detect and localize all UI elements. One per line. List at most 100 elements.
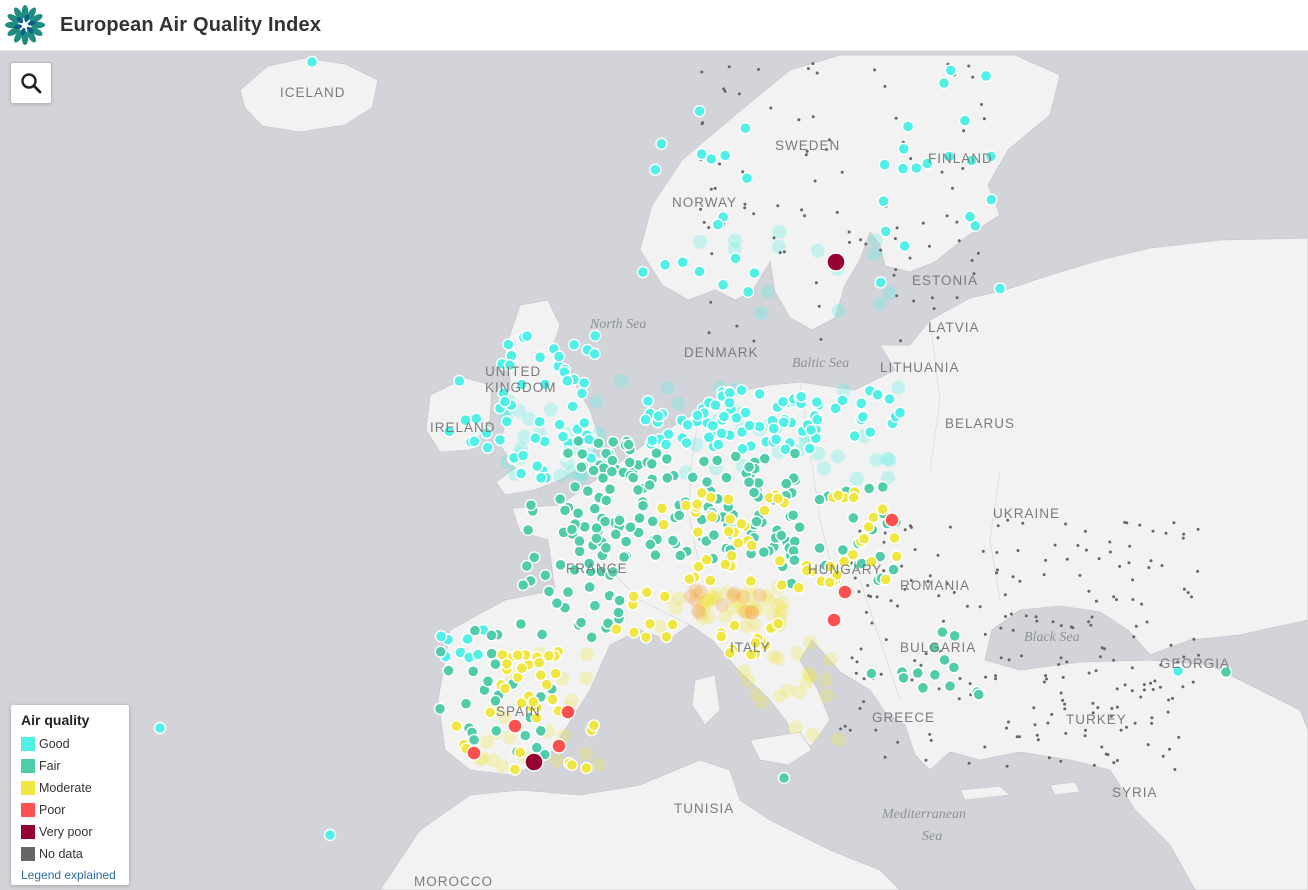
station-good[interactable] xyxy=(578,416,591,430)
station-no-data[interactable] xyxy=(1096,706,1100,710)
station-moderate[interactable] xyxy=(722,493,735,506)
station-good-haze[interactable] xyxy=(872,297,887,311)
station-no-data[interactable] xyxy=(862,677,866,681)
station-good[interactable] xyxy=(529,431,542,445)
station-fair[interactable] xyxy=(521,523,535,537)
station-moderate[interactable] xyxy=(627,626,641,639)
station-good[interactable] xyxy=(659,438,673,451)
station-no-data[interactable] xyxy=(1005,726,1008,730)
station-good[interactable] xyxy=(944,64,957,77)
station-good[interactable] xyxy=(864,426,877,439)
station-good[interactable] xyxy=(777,416,790,429)
station-good-haze[interactable] xyxy=(543,402,558,417)
station-fair[interactable] xyxy=(636,499,650,512)
station-no-data[interactable] xyxy=(896,604,899,608)
station-fair[interactable] xyxy=(916,681,930,694)
station-fair[interactable] xyxy=(607,435,620,449)
station-good[interactable] xyxy=(153,721,167,735)
station-no-data[interactable] xyxy=(862,700,866,704)
station-fair[interactable] xyxy=(911,666,924,680)
station-no-data[interactable] xyxy=(1132,635,1136,639)
station-no-data[interactable] xyxy=(840,170,844,174)
station-no-data[interactable] xyxy=(1034,615,1038,619)
station-fair[interactable] xyxy=(836,543,850,557)
station-no-data[interactable] xyxy=(889,599,893,603)
station-moderate[interactable] xyxy=(515,662,528,675)
station-no-data[interactable] xyxy=(797,118,801,122)
station-no-data[interactable] xyxy=(1134,624,1138,628)
station-no-data[interactable] xyxy=(1094,669,1098,673)
station-moderate[interactable] xyxy=(704,491,718,504)
station-no-data[interactable] xyxy=(883,755,887,759)
station-moderate[interactable] xyxy=(610,623,623,636)
station-moderate[interactable] xyxy=(546,693,559,706)
station-moderate[interactable] xyxy=(666,618,679,631)
station-moderate-haze[interactable] xyxy=(739,619,754,634)
station-no-data[interactable] xyxy=(1059,759,1063,763)
station-fair[interactable] xyxy=(568,480,582,493)
station-moderate-haze[interactable] xyxy=(790,646,805,661)
station-fair[interactable] xyxy=(777,771,791,785)
station-fair[interactable] xyxy=(643,478,656,492)
station-no-data[interactable] xyxy=(713,186,717,190)
station-fair[interactable] xyxy=(542,585,556,598)
station-good[interactable] xyxy=(531,459,544,473)
station-poor-haze[interactable] xyxy=(715,597,729,612)
station-no-data[interactable] xyxy=(817,304,821,308)
station-fair[interactable] xyxy=(558,504,572,517)
station-fair[interactable] xyxy=(711,454,724,467)
station-no-data[interactable] xyxy=(839,727,843,731)
station-no-data[interactable] xyxy=(752,212,756,216)
station-fair[interactable] xyxy=(742,476,756,489)
station-moderate-haze[interactable] xyxy=(775,595,790,610)
station-moderate-haze[interactable] xyxy=(819,688,834,703)
station-fair[interactable] xyxy=(603,482,617,496)
station-fair[interactable] xyxy=(700,475,714,489)
station-good[interactable] xyxy=(937,76,951,90)
station-moderate[interactable] xyxy=(775,578,788,592)
station-no-data[interactable] xyxy=(961,167,965,170)
station-no-data[interactable] xyxy=(772,236,776,240)
station-moderate[interactable] xyxy=(643,617,657,630)
station-moderate[interactable] xyxy=(513,746,527,759)
station-no-data[interactable] xyxy=(1173,768,1177,771)
station-good[interactable] xyxy=(729,252,742,265)
station-no-data[interactable] xyxy=(1047,756,1051,760)
station-no-data[interactable] xyxy=(978,605,982,609)
station-fair[interactable] xyxy=(528,551,541,564)
station-fair[interactable] xyxy=(599,541,613,554)
station-fair[interactable] xyxy=(646,515,659,528)
station-no-data[interactable] xyxy=(1112,595,1116,599)
station-no-data[interactable] xyxy=(1118,564,1122,568)
station-no-data[interactable] xyxy=(937,687,941,691)
station-very-poor[interactable] xyxy=(826,252,846,272)
station-no-data[interactable] xyxy=(1133,721,1137,725)
station-good[interactable] xyxy=(652,409,665,423)
station-no-data[interactable] xyxy=(1098,655,1102,659)
station-no-data[interactable] xyxy=(899,339,902,343)
station-no-data[interactable] xyxy=(757,67,760,71)
station-good[interactable] xyxy=(896,162,910,175)
station-no-data[interactable] xyxy=(1097,557,1101,561)
station-fair[interactable] xyxy=(517,578,530,592)
station-no-data[interactable] xyxy=(1164,531,1168,535)
station-moderate-haze[interactable] xyxy=(486,753,501,768)
station-no-data[interactable] xyxy=(957,239,961,243)
station-no-data[interactable] xyxy=(803,214,807,218)
station-good[interactable] xyxy=(639,413,652,426)
station-moderate[interactable] xyxy=(867,511,880,524)
station-good-haze[interactable] xyxy=(614,373,629,388)
map-svg[interactable]: ICELAND SWEDEN FINLAND NORWAY ESTONIA LA… xyxy=(0,51,1308,890)
station-no-data[interactable] xyxy=(1149,681,1153,685)
station-no-data[interactable] xyxy=(879,672,883,676)
station-good[interactable] xyxy=(993,282,1007,295)
station-no-data[interactable] xyxy=(1083,734,1087,738)
station-no-data[interactable] xyxy=(1177,735,1181,739)
station-good[interactable] xyxy=(712,438,725,451)
station-no-data[interactable] xyxy=(1181,536,1185,540)
station-no-data[interactable] xyxy=(1153,679,1157,683)
station-fair[interactable] xyxy=(561,447,575,460)
station-moderate[interactable] xyxy=(542,649,556,662)
station-fair[interactable] xyxy=(750,515,763,528)
station-no-data[interactable] xyxy=(1042,680,1046,684)
